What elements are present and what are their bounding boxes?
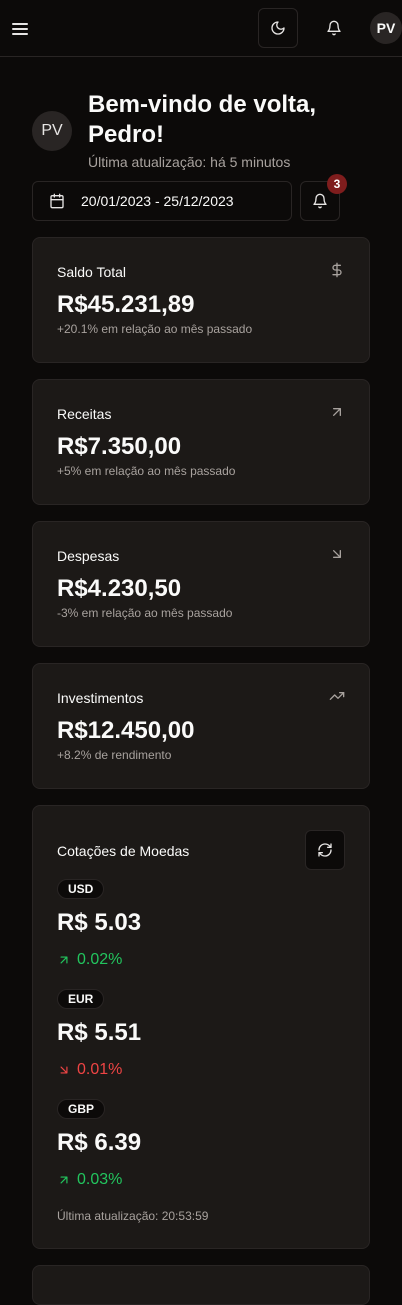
notifications-button[interactable]	[318, 8, 350, 48]
arrow-up-right-icon	[333, 408, 341, 416]
card-value: R$7.350,00	[57, 433, 182, 460]
date-range-picker[interactable]: 20/01/2023 - 25/12/2023	[32, 181, 292, 221]
card-description: -3% em relação ao mês passado	[57, 606, 233, 620]
arrow-down-right-icon	[333, 550, 341, 558]
moon-icon	[271, 21, 285, 35]
card-despesas: Despesas R$4.230,50 -3% em relação ao mê…	[32, 521, 370, 647]
card-title: Receitas	[57, 406, 112, 422]
card-value: R$45.231,89	[57, 291, 195, 318]
currency-change-value: 0.03%	[77, 1171, 123, 1188]
currency-value: R$ 5.03	[57, 909, 142, 936]
arrow-down-right-icon	[60, 1066, 68, 1074]
currency-change: 0.02%	[57, 951, 122, 969]
dollar-icon	[332, 262, 342, 278]
currency-value: R$ 5.51	[57, 1019, 142, 1046]
currency-rates-card: Cotações de Moedas USD R$ 5.03 0.02% EUR…	[32, 805, 370, 1249]
arrow-up-right-icon	[60, 1176, 68, 1184]
currency-change-value: 0.01%	[77, 1061, 123, 1078]
top-bar: PV	[0, 0, 402, 57]
welcome-avatar: PV	[32, 111, 72, 151]
currency-code-badge: USD	[57, 879, 105, 899]
last-update-text: Última atualização: há 5 minutos	[88, 154, 291, 170]
bell-icon	[313, 193, 327, 209]
currency-change: 0.01%	[57, 1061, 122, 1079]
currency-value: R$ 6.39	[57, 1129, 142, 1156]
date-range-label: 20/01/2023 - 25/12/2023	[81, 193, 234, 209]
refresh-button[interactable]	[305, 830, 345, 870]
card-description: +20.1% em relação ao mês passado	[57, 322, 253, 336]
bell-icon	[327, 20, 341, 36]
card-value: R$4.230,50	[57, 575, 182, 602]
currency-last-updated: Última atualização: 20:53:59	[57, 1209, 209, 1223]
card-description: +5% em relação ao mês passado	[57, 464, 236, 478]
calendar-icon	[50, 193, 64, 209]
card-title: Saldo Total	[57, 264, 127, 280]
next-card	[32, 1265, 370, 1305]
card-description: +8.2% de rendimento	[57, 748, 172, 762]
menu-icon[interactable]	[12, 20, 28, 36]
avatar[interactable]: PV	[370, 12, 402, 44]
card-title: Despesas	[57, 548, 120, 564]
card-title: Investimentos	[57, 690, 144, 706]
refresh-icon	[318, 843, 332, 857]
theme-toggle-button[interactable]	[258, 8, 298, 48]
currency-code-badge: EUR	[57, 989, 105, 1009]
card-saldo-total: Saldo Total R$45.231,89 +20.1% em relaçã…	[32, 237, 370, 363]
notification-count-badge: 3	[327, 174, 347, 194]
card-value: R$12.450,00	[57, 717, 195, 744]
currency-change-value: 0.02%	[77, 951, 123, 968]
card-receitas: Receitas R$7.350,00 +5% em relação ao mê…	[32, 379, 370, 505]
currency-code-badge: GBP	[57, 1099, 106, 1119]
card-investimentos: Investimentos R$12.450,00 +8.2% de rendi…	[32, 663, 370, 789]
currency-rates-title: Cotações de Moedas	[57, 843, 190, 859]
currency-change: 0.03%	[57, 1171, 122, 1189]
page-title: Bem-vindo de volta, Pedro!	[88, 91, 317, 148]
arrow-up-right-icon	[60, 956, 68, 964]
trending-up-icon	[329, 692, 345, 700]
